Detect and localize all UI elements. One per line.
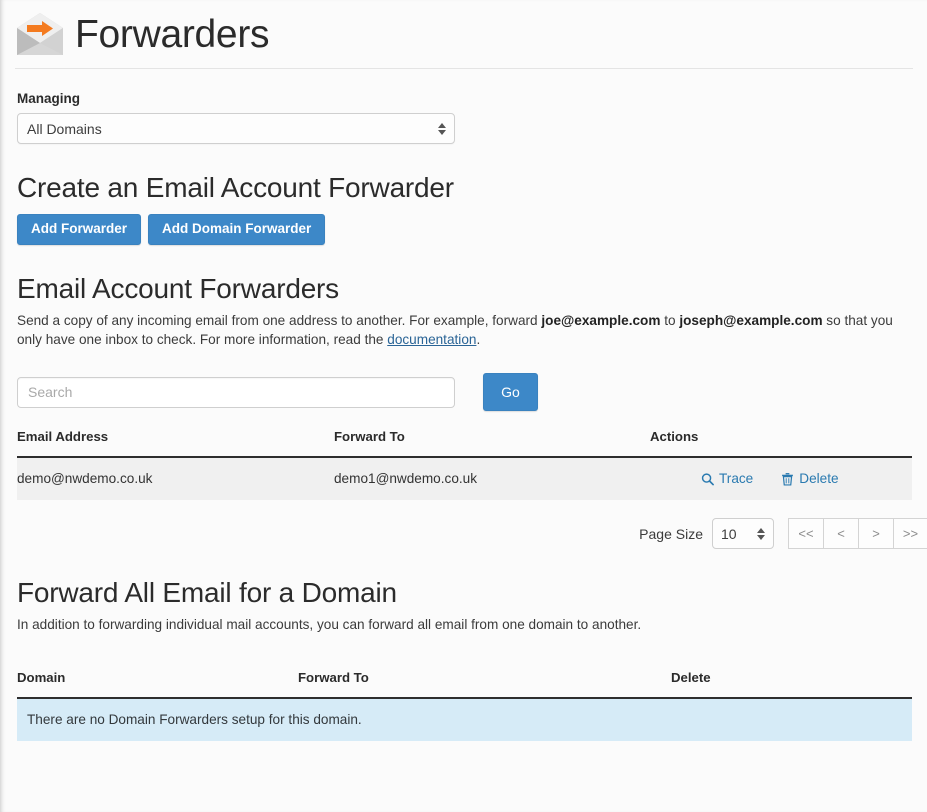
- domain-forwarders-description: In addition to forwarding individual mai…: [17, 617, 642, 633]
- trace-action[interactable]: Trace: [701, 471, 753, 486]
- desc-text-2: to: [660, 312, 680, 328]
- column-header-delete: Delete: [671, 670, 912, 700]
- create-button-row: Add Forwarder Add Domain Forwarder: [17, 214, 911, 245]
- column-header-forward-to: Forward To: [334, 429, 650, 459]
- managing-label: Managing: [17, 91, 80, 106]
- envelope-forward-icon: [15, 11, 65, 57]
- forwarders-page: Forwarders Managing All Domains Create a…: [0, 0, 927, 812]
- pagination-first-button[interactable]: <<: [788, 518, 823, 550]
- empty-state-message: There are no Domain Forwarders setup for…: [17, 698, 912, 742]
- chevron-updown-icon: [757, 527, 765, 540]
- page-size-label: Page Size: [639, 525, 703, 542]
- trace-label: Trace: [719, 471, 754, 487]
- email-account-forwarders-heading: Email Account Forwarders: [17, 272, 339, 304]
- column-header-forward-to: Forward To: [298, 670, 671, 700]
- page-header: Forwarders: [1, 0, 927, 68]
- column-header-actions: Actions: [650, 429, 912, 459]
- documentation-link[interactable]: documentation: [387, 332, 476, 347]
- email-account-forwarders-description: Send a copy of any incoming email from o…: [17, 311, 911, 350]
- pagination: Page Size 10 << < > >>: [17, 518, 927, 550]
- page-size-value: 10: [721, 525, 737, 542]
- add-forwarder-button[interactable]: Add Forwarder: [17, 214, 142, 245]
- desc-text-4: .: [476, 331, 481, 347]
- domain-forwarders-heading: Forward All Email for a Domain: [17, 577, 397, 609]
- domain-forwarders-table: Domain Forward To Delete There are no Do…: [17, 670, 912, 742]
- desc-example-to: joseph@example.com: [679, 312, 823, 328]
- page-title: Forwarders: [75, 12, 270, 56]
- desc-text-1: Send a copy of any incoming email from o…: [17, 312, 542, 328]
- desc-example-from: joe@example.com: [541, 312, 661, 328]
- add-domain-forwarder-button[interactable]: Add Domain Forwarder: [148, 214, 326, 245]
- create-forwarder-heading: Create an Email Account Forwarder: [17, 172, 454, 203]
- pagination-next-button[interactable]: >: [858, 518, 893, 550]
- table-row: demo@nwdemo.co.uk demo1@nwdemo.co.uk Tra…: [17, 457, 912, 501]
- search-row: Go: [17, 373, 911, 412]
- column-header-email-address: Email Address: [17, 429, 334, 459]
- delete-action[interactable]: Delete: [781, 471, 839, 487]
- search-icon: [701, 472, 714, 486]
- page-size-select[interactable]: 10: [712, 518, 774, 550]
- delete-label: Delete: [799, 471, 839, 487]
- search-input[interactable]: [17, 376, 455, 408]
- managing-select[interactable]: All Domains: [17, 113, 455, 144]
- cell-forward-to: demo1@nwdemo.co.uk: [334, 457, 650, 501]
- managing-select-value: All Domains: [27, 120, 102, 137]
- pagination-prev-button[interactable]: <: [823, 518, 858, 550]
- header-divider: [15, 68, 913, 69]
- table-header-row: Domain Forward To Delete: [17, 670, 912, 700]
- column-header-domain: Domain: [17, 670, 298, 700]
- cell-email-address: demo@nwdemo.co.uk: [17, 457, 334, 501]
- empty-state-row: There are no Domain Forwarders setup for…: [17, 698, 912, 742]
- chevron-updown-icon: [438, 122, 446, 135]
- pagination-last-button[interactable]: >>: [893, 518, 927, 550]
- search-go-button[interactable]: Go: [483, 373, 538, 412]
- pagination-buttons: << < > >>: [788, 518, 927, 550]
- trash-icon: [781, 472, 794, 486]
- cell-actions: Trace Delete: [650, 457, 912, 501]
- email-forwarders-table: Email Address Forward To Actions demo@nw…: [17, 429, 912, 501]
- table-header-row: Email Address Forward To Actions: [17, 429, 912, 459]
